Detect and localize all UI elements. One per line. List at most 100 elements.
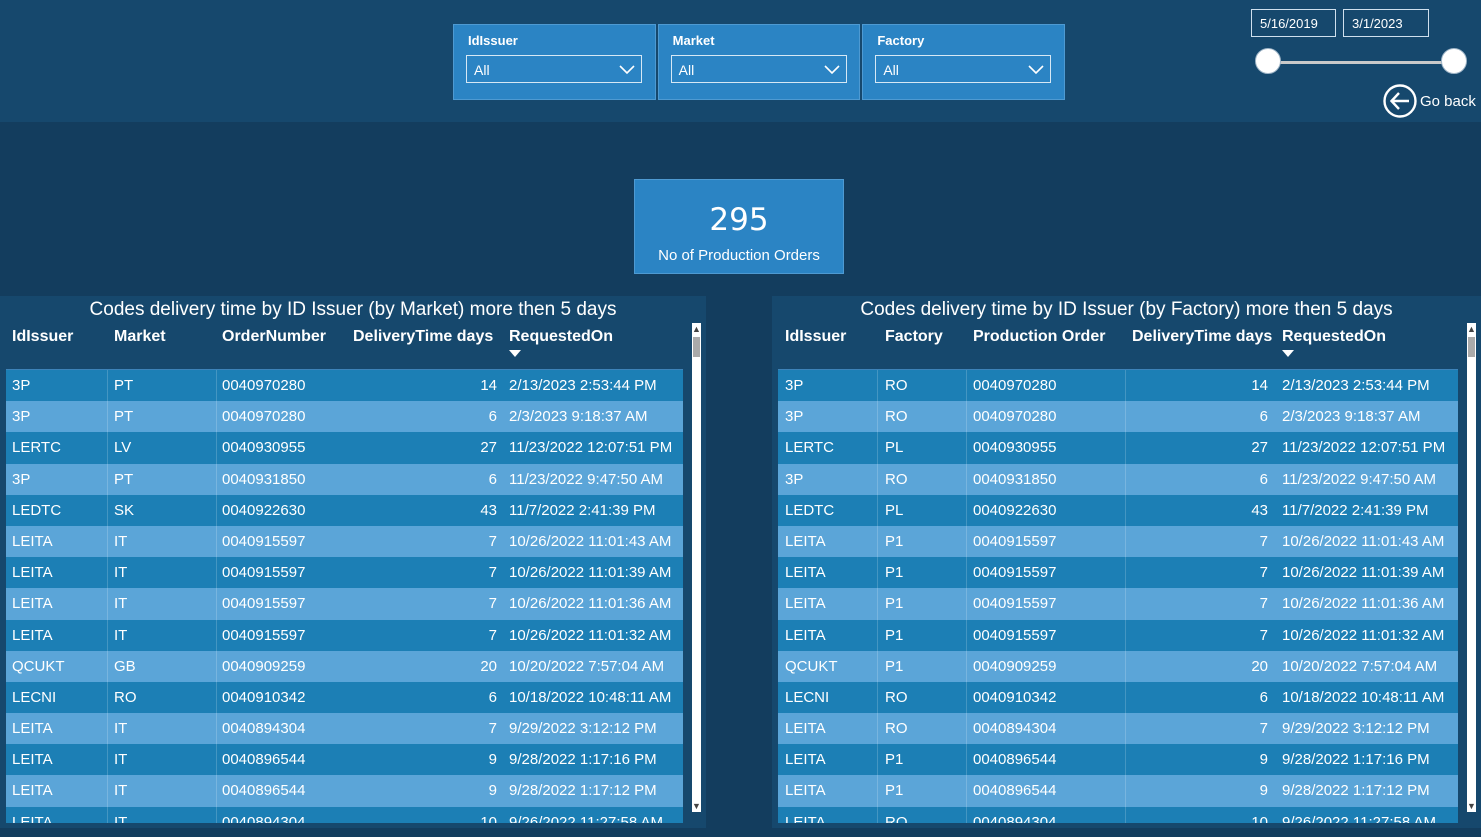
sort-descending-icon <box>509 350 521 357</box>
scroll-down-icon[interactable]: ▼ <box>692 800 701 812</box>
scroll-down-icon[interactable]: ▼ <box>1467 800 1476 812</box>
chevron-down-icon <box>1028 65 1044 75</box>
col-header-idissuer[interactable]: IdIssuer <box>785 328 846 346</box>
table-cell: 7 <box>488 720 497 738</box>
table-cell: 11/23/2022 9:47:50 AM <box>509 470 664 488</box>
table-cell: LEITA <box>12 813 53 823</box>
date-slider-track[interactable] <box>1268 61 1454 64</box>
table-row[interactable]: LERTC PL 0040930955 27 11/23/2022 12:07:51 P… <box>778 432 1458 464</box>
column-separator <box>877 619 878 651</box>
table-cell: RO <box>885 720 908 738</box>
table-row[interactable]: LEITA P1 0040896544 9 9/28/2022 1:17:12 PM <box>778 775 1458 807</box>
column-separator <box>107 525 108 558</box>
column-separator <box>1125 619 1126 651</box>
table-cell: 0040922630 <box>973 501 1057 519</box>
column-separator <box>966 744 967 776</box>
col-header-idissuer[interactable]: IdIssuer <box>12 328 73 346</box>
table-row[interactable]: LEITA P1 0040915597 7 10/26/2022 11:01:43 AM <box>778 525 1458 558</box>
table-row[interactable]: LECNI RO 0040910342 6 10/18/2022 10:48:11 AM <box>778 681 1458 714</box>
scroll-up-icon[interactable]: ▲ <box>1467 323 1476 335</box>
column-separator <box>877 525 878 558</box>
scrollbar-thumb[interactable] <box>693 337 700 357</box>
col-header-deliverytime[interactable]: DeliveryTime days <box>1132 328 1272 346</box>
table-row[interactable]: LEITA IT 0040896544 9 9/28/2022 1:17:12 PM <box>6 775 683 807</box>
table-row[interactable]: LECNI RO 0040910342 6 10/18/2022 10:48:11 AM <box>6 681 683 714</box>
column-separator <box>216 681 217 714</box>
factory-table: IdIssuer Factory Production Order Delive… <box>778 321 1458 823</box>
table-row[interactable]: LEITA IT 0040915597 7 10/26/2022 11:01:32 AM <box>6 619 683 651</box>
table-row[interactable]: LEITA P1 0040915597 7 10/26/2022 11:01:32 AM <box>778 619 1458 651</box>
table-cell: IT <box>114 626 128 644</box>
column-separator <box>877 650 878 682</box>
end-date-input[interactable]: 3/1/2023 <box>1343 9 1429 37</box>
table-row[interactable]: 3P PT 0040970280 6 2/3/2023 9:18:37 AM <box>6 401 683 433</box>
table-cell: LEITA <box>12 532 53 550</box>
table-row[interactable]: QCUKT P1 0040909259 20 10/20/2022 7:57:04 AM <box>778 650 1458 682</box>
column-separator <box>1125 650 1126 682</box>
date-slider-end-handle[interactable] <box>1441 48 1467 74</box>
factory-dropdown[interactable]: All <box>875 55 1052 83</box>
table-cell: 9 <box>1259 782 1268 800</box>
date-slider-start-handle[interactable] <box>1255 48 1281 74</box>
col-header-deliverytime[interactable]: DeliveryTime days <box>353 328 493 346</box>
table-row[interactable]: LEDTC SK 0040922630 43 11/7/2022 2:41:39 PM <box>6 494 683 526</box>
slicer-factory: Factory All <box>862 24 1066 100</box>
column-separator <box>1125 588 1126 620</box>
table-cell: 9/26/2022 11:27:58 AM <box>1282 813 1437 823</box>
table-cell: LERTC <box>785 439 834 457</box>
vertical-scrollbar[interactable]: ▲ ▼ <box>1467 323 1476 812</box>
column-separator <box>216 775 217 807</box>
table-row[interactable]: LEITA RO 0040894304 10 9/26/2022 11:27:58 AM <box>778 806 1458 823</box>
table-row[interactable]: 3P RO 0040970280 6 2/3/2023 9:18:37 AM <box>778 401 1458 433</box>
go-back-button[interactable]: Go back <box>1382 83 1480 119</box>
table-row[interactable]: LEITA RO 0040894304 7 9/29/2022 3:12:12 PM <box>778 713 1458 745</box>
table-row[interactable]: LEITA P1 0040896544 9 9/28/2022 1:17:16 PM <box>778 744 1458 776</box>
table-row[interactable]: LEDTC PL 0040922630 43 11/7/2022 2:41:39 PM <box>778 494 1458 526</box>
table-row[interactable]: LEITA IT 0040896544 9 9/28/2022 1:17:16 PM <box>6 744 683 776</box>
market-dropdown[interactable]: All <box>670 55 847 83</box>
table-row[interactable]: LEITA P1 0040915597 7 10/26/2022 11:01:36 AM <box>778 588 1458 620</box>
table-row[interactable]: 3P RO 0040931850 6 11/23/2022 9:47:50 AM <box>778 463 1458 495</box>
table-cell: LERTC <box>12 439 61 457</box>
col-header-factory[interactable]: Factory <box>885 328 943 346</box>
column-separator <box>1125 775 1126 807</box>
table-row[interactable]: LERTC LV 0040930955 27 11/23/2022 12:07:51 P… <box>6 432 683 464</box>
table-row[interactable]: QCUKT GB 0040909259 20 10/20/2022 7:57:04 AM <box>6 650 683 682</box>
table-cell: 3P <box>785 470 804 488</box>
table-cell: 6 <box>488 408 497 426</box>
col-header-production-order[interactable]: Production Order <box>973 328 1105 346</box>
table-cell: RO <box>885 688 908 706</box>
col-header-ordernumber[interactable]: OrderNumber <box>222 328 326 346</box>
slicer-label: Market <box>672 33 715 48</box>
start-date-input[interactable]: 5/16/2019 <box>1251 9 1336 37</box>
table-cell: 27 <box>480 439 497 457</box>
table-row[interactable]: LEITA IT 0040894304 10 9/26/2022 11:27:58 AM <box>6 806 683 823</box>
col-header-requestedon[interactable]: RequestedOn <box>509 328 613 346</box>
column-separator <box>877 432 878 464</box>
scrollbar-thumb[interactable] <box>1468 337 1475 357</box>
table-cell: IT <box>114 751 128 769</box>
table-row[interactable]: 3P PT 0040970280 14 2/13/2023 2:53:44 PM <box>6 370 683 402</box>
table-row[interactable]: LEITA IT 0040915597 7 10/26/2022 11:01:43 AM <box>6 525 683 558</box>
table-row[interactable]: LEITA IT 0040915597 7 10/26/2022 11:01:39 AM <box>6 557 683 589</box>
table-cell: 6 <box>1259 470 1268 488</box>
col-header-market[interactable]: Market <box>114 328 166 346</box>
table-row[interactable]: 3P RO 0040970280 14 2/13/2023 2:53:44 PM <box>778 370 1458 402</box>
idissuer-dropdown[interactable]: All <box>466 55 642 83</box>
col-header-requestedon[interactable]: RequestedOn <box>1282 328 1386 346</box>
scroll-up-icon[interactable]: ▲ <box>692 323 701 335</box>
table-row[interactable]: 3P PT 0040931850 6 11/23/2022 9:47:50 AM <box>6 463 683 495</box>
table-row[interactable]: LEITA P1 0040915597 7 10/26/2022 11:01:39 AM <box>778 557 1458 589</box>
table-row[interactable]: LEITA IT 0040894304 7 9/29/2022 3:12:12 PM <box>6 713 683 745</box>
table-cell: 7 <box>1259 626 1268 644</box>
table-cell: 0040910342 <box>973 688 1057 706</box>
table-cell: 0040970280 <box>222 408 306 426</box>
column-separator <box>107 681 108 714</box>
vertical-scrollbar[interactable]: ▲ ▼ <box>692 323 701 812</box>
column-separator <box>877 401 878 433</box>
column-separator <box>966 557 967 589</box>
table-cell: LEITA <box>785 720 826 738</box>
table-cell: PT <box>114 377 134 394</box>
table-cell: 10/26/2022 11:01:36 AM <box>509 595 672 613</box>
table-row[interactable]: LEITA IT 0040915597 7 10/26/2022 11:01:36 AM <box>6 588 683 620</box>
